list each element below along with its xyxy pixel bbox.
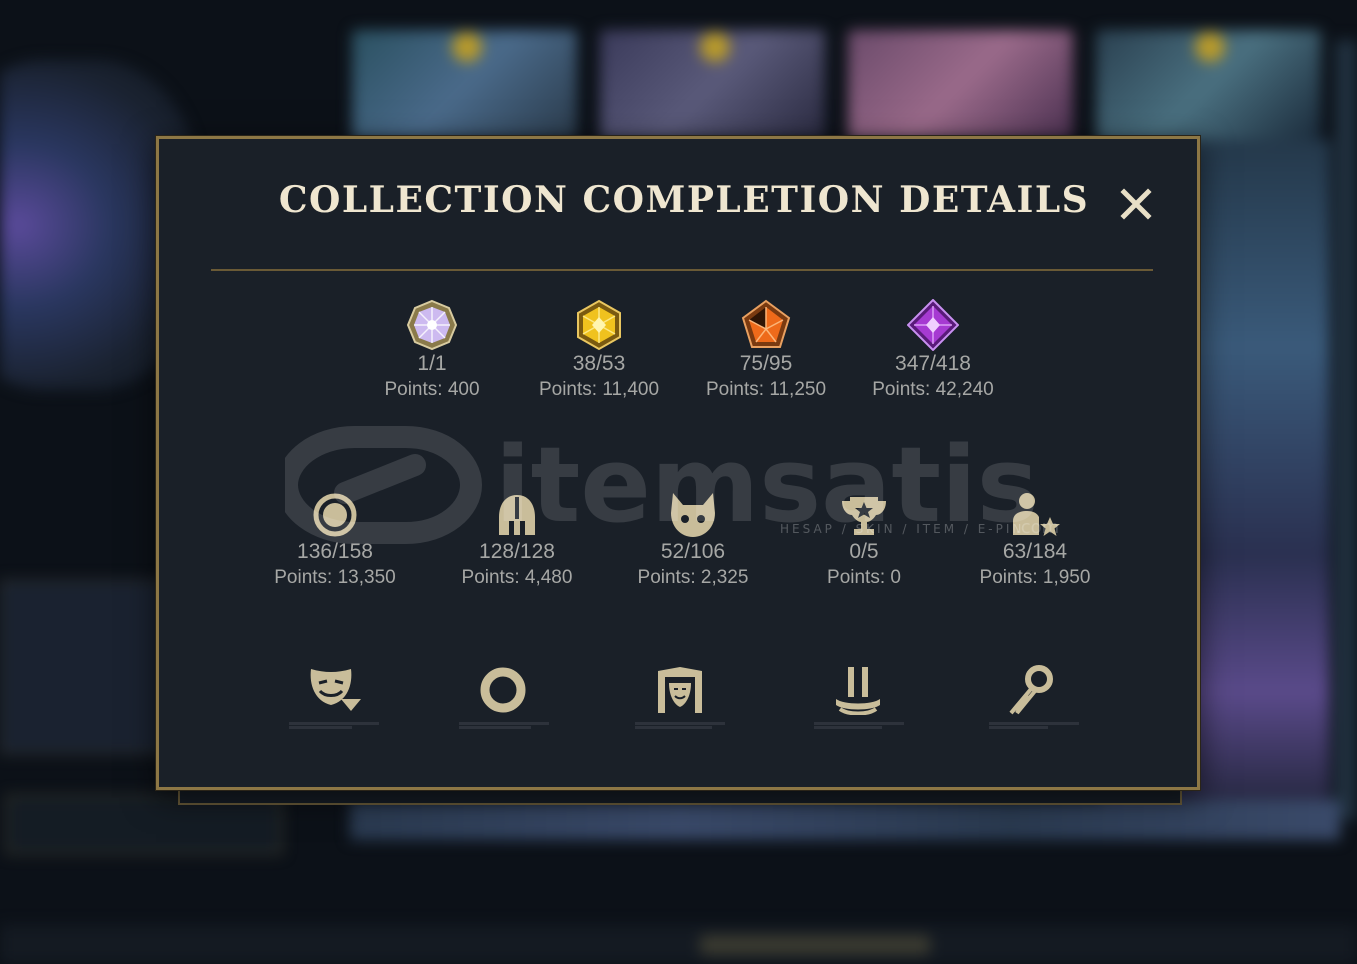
gem-points: Points: 42,240 [872,379,994,400]
comet-icon [1009,665,1053,715]
faded-label [989,721,1079,731]
person-star-icon [1013,493,1060,536]
gem-count: 75/95 [739,352,793,375]
faded-label [459,721,549,731]
creature-face-icon [671,493,715,537]
background-skin-card [848,30,1073,140]
gem-points: Points: 11,250 [705,379,827,400]
gem-count: 38/53 [572,352,626,375]
category-stat: 52/106 Points: 2,325 [608,491,778,591]
background-badge [1195,32,1225,62]
background-badge [452,32,482,62]
category-count: 52/106 [660,540,726,563]
background-bottom-tab [700,935,930,955]
gem-stat: 347/418 Points: 42,240 [848,299,1018,403]
white-gem-icon [406,299,458,351]
category-count: 128/128 [479,540,555,563]
pedestal-icon [836,667,880,715]
category-points: Points: 0 [827,567,901,588]
gem-stat: 75/95 Points: 11,250 [681,299,851,403]
category-count: 63/184 [1002,540,1068,563]
category-stat: 0/5 Points: 0 [779,491,949,591]
category-points: Points: 4,480 [461,567,573,588]
category-count: 136/158 [297,540,373,563]
category-stat: 63/184 Points: 1,950 [950,491,1120,591]
faded-label [635,721,725,731]
title-divider [211,269,1153,271]
category-count: 0/5 [849,540,879,563]
category-points: Points: 2,325 [637,567,749,588]
modal-title: COLLECTION COMPLETION DETAILS [278,179,1090,221]
background-bottom-nav [0,925,1357,964]
circle-outline-icon [480,667,526,713]
portrait-frame-icon [658,667,702,713]
collection-details-modal: COLLECTION COMPLETION DETAILS 1/1 Points… [156,136,1200,790]
helmet-icon [499,495,535,535]
purple-gem-icon [907,299,959,351]
gem-stat: 1/1 Points: 400 [347,299,517,403]
gem-stat: 38/53 Points: 11,400 [514,299,684,403]
gem-points: Points: 400 [384,379,480,400]
background-badge [700,32,730,62]
gem-points: Points: 11,400 [538,379,660,400]
trophy-icon [842,497,886,535]
gem-count: 347/418 [895,352,971,375]
faded-label [289,721,379,731]
ring-icon [313,493,357,537]
faded-label [814,721,904,731]
gem-count: 1/1 [417,352,447,375]
close-button[interactable] [1119,187,1153,221]
category-points: Points: 1,950 [979,567,1091,588]
orange-gem-icon [741,299,791,348]
background-skin-card [1335,40,1357,820]
category-points: Points: 13,350 [274,567,396,588]
theater-mask-icon [310,669,361,711]
close-icon [1120,188,1152,220]
background-side-panel [0,580,174,754]
background-card-strip [350,800,1340,840]
category-stat: 136/158 Points: 13,350 [250,491,420,591]
category-stat: 128/128 Points: 4,480 [432,491,602,591]
gold-gem-icon [577,299,621,351]
